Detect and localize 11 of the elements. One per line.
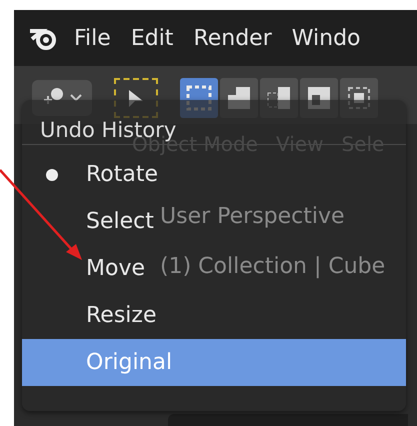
undo-item[interactable]: Move xyxy=(86,256,145,281)
menu-item[interactable]: Windo xyxy=(282,26,371,50)
undo-item[interactable]: Select xyxy=(86,209,154,234)
viewport-info: (1) Collection | Cube xyxy=(160,254,386,279)
menu-item[interactable]: Edit xyxy=(120,26,184,50)
menu-item[interactable]: File xyxy=(64,26,121,50)
undo-item[interactable]: Rotate xyxy=(86,162,158,187)
viewport-info: User Perspective xyxy=(160,204,345,229)
caret-icon xyxy=(70,94,82,102)
undo-item[interactable]: Resize xyxy=(86,303,156,328)
menu-item[interactable]: Render xyxy=(183,26,282,50)
